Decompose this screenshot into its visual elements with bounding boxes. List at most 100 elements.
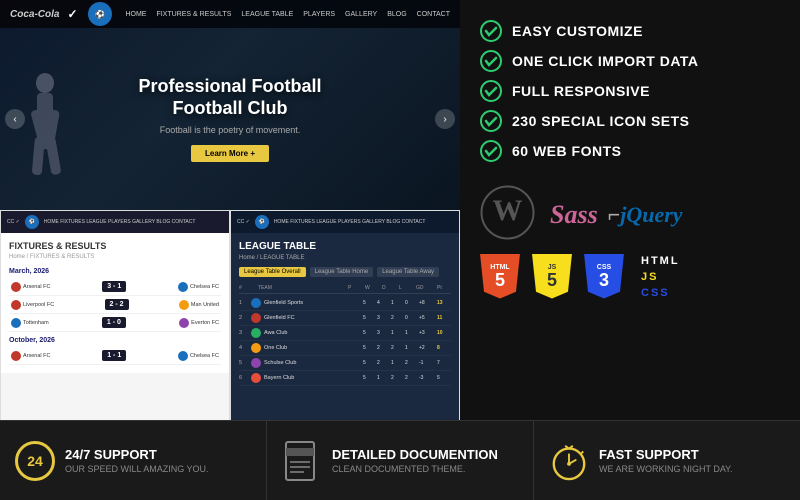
row5-l: 2	[405, 360, 419, 366]
learn-more-button[interactable]: Learn More +	[191, 145, 269, 162]
right-panel: EASY CUSTOMIZE ONE CLICK IMPORT DATA FUL…	[460, 0, 800, 420]
row2-d: 2	[391, 315, 405, 321]
docs-title: DETAILED DOCUMENTION	[332, 447, 498, 462]
league-nav: CC ✓ ⚽ HOME FIXTURES LEAGUE PLAYERS GALL…	[231, 211, 459, 233]
row5-gd: -1	[419, 360, 437, 366]
league-row-6: 6 Bayern Club 5 1 2 2 -3 5	[239, 371, 451, 386]
row4-l: 1	[405, 345, 419, 351]
hero-title-line2: Football Club	[138, 98, 321, 120]
feature-icons: 230 SPECIAL ICON SETS	[480, 110, 780, 132]
score-3: 1 - 0	[102, 317, 126, 328]
bottom-bar: 24 24/7 SUPPORT OUR SPEED WILL AMAZING Y…	[0, 420, 800, 500]
nav-league: LEAGUE TABLE	[241, 11, 293, 18]
row2-gd: +5	[419, 315, 437, 321]
document-icon	[284, 440, 320, 482]
col-pt: Pt	[437, 285, 451, 291]
nav-blog: BLOG	[387, 11, 406, 18]
row3-p: 5	[363, 330, 377, 336]
nav-gallery: GALLERY	[345, 11, 377, 18]
col-team: TEAM	[258, 285, 345, 291]
nav-fixtures: FIXTURES & RESULTS	[156, 11, 231, 18]
check-icon-1	[480, 20, 502, 42]
badge-arsenal-2	[11, 351, 21, 361]
fixtures-emblem: ⚽	[25, 215, 39, 229]
fast-support-item: FAST SUPPORT WE ARE WORKING NIGHT DAY.	[534, 421, 800, 500]
fixture-row-3: Tottenham 1 - 0 Everton FC	[9, 314, 221, 332]
league-table-subtitle: Home / LEAGUE TABLE	[239, 255, 451, 261]
row3-d: 1	[391, 330, 405, 336]
team-home-4: Arsenal FC	[11, 351, 51, 361]
row1-gd: +8	[419, 300, 437, 306]
support-247-item: 24 24/7 SUPPORT OUR SPEED WILL AMAZING Y…	[0, 421, 267, 500]
bottom-screenshots: CC ✓ ⚽ HOME FIXTURES LEAGUE PLAYERS GALL…	[0, 210, 460, 420]
team-name-home-2: Liverpool FC	[23, 302, 54, 308]
hero-screenshot: Coca-Cola ✓ ⚽ HOME FIXTURES & RESULTS LE…	[0, 0, 460, 210]
row2-w: 3	[377, 315, 391, 321]
tab-overall[interactable]: League Table Overall	[239, 267, 306, 277]
fixture-row-2: Liverpool FC 2 - 2 Man United	[9, 296, 221, 314]
team-away-2: Man United	[179, 300, 219, 310]
row2-p: 5	[363, 315, 377, 321]
html5-badge: HTML 5	[480, 254, 520, 299]
feature-text-2: ONE CLICK IMPORT DATA	[512, 53, 699, 69]
fixture-row-4: Arsenal FC 1 - 1 Chelsea FC	[9, 347, 221, 365]
fixtures-subtitle: Home / FIXTURES & RESULTS	[9, 254, 221, 260]
row6-w: 1	[377, 375, 391, 381]
feature-text-1: EASY CUSTOMIZE	[512, 23, 643, 39]
js-shield: JS 5	[532, 254, 572, 299]
row6-p: 5	[363, 375, 377, 381]
row5-pt: 7	[437, 360, 451, 366]
tech-logos: W Sass ⌐jQuery HTML 5	[480, 185, 780, 299]
support-247-icon: 24	[15, 441, 55, 481]
row4-pos: 4	[239, 345, 251, 351]
stopwatch-icon	[549, 440, 589, 482]
hero-prev-arrow[interactable]: ‹	[5, 109, 25, 129]
hero-next-arrow[interactable]: ›	[435, 109, 455, 129]
nav-links: HOME FIXTURES & RESULTS LEAGUE TABLE PLA…	[125, 11, 450, 18]
badge-everton	[179, 318, 189, 328]
css-shield: CSS 3	[584, 254, 624, 299]
hero-title-line1: Professional Football	[138, 76, 321, 98]
tab-home[interactable]: League Table Home	[310, 267, 374, 277]
check-icon-5	[480, 140, 502, 162]
fixtures-nav-logo: CC ✓	[7, 219, 20, 225]
html5-name: HTML	[641, 255, 680, 267]
row2-pt: 11	[437, 315, 451, 321]
row4-name: One Club	[264, 345, 363, 351]
league-table-header: # TEAM P W D L GD Pt	[239, 283, 451, 294]
fixtures-nav-link: HOME FIXTURES LEAGUE PLAYERS GALLERY BLO…	[44, 219, 196, 225]
league-nav-logo: CC ✓	[237, 219, 250, 225]
hero-subtitle: Football is the poetry of movement.	[138, 125, 321, 135]
team-away-3: Everton FC	[179, 318, 219, 328]
fast-support-text: FAST SUPPORT WE ARE WORKING NIGHT DAY.	[599, 447, 733, 474]
sass-jquery-group: Sass ⌐jQuery	[550, 200, 683, 230]
team-away-1: Chelsea FC	[178, 282, 219, 292]
col-l: L	[399, 285, 413, 291]
row6-badge	[251, 373, 261, 383]
league-row-1: 1 Glenfield Sports 5 4 1 0 +8 13	[239, 296, 451, 311]
row1-l: 0	[405, 300, 419, 306]
team-name-home-4: Arsenal FC	[23, 353, 51, 359]
fixture-date-2: October, 2026	[9, 337, 221, 344]
fixture-row-1: Arsenal FC 3 - 1 Chelsea FC	[9, 278, 221, 296]
js-number: 5	[547, 271, 557, 289]
left-panel: Coca-Cola ✓ ⚽ HOME FIXTURES & RESULTS LE…	[0, 0, 460, 420]
badge-chelsea	[178, 282, 188, 292]
row5-pos: 5	[239, 360, 251, 366]
team-away-4: Chelsea FC	[178, 351, 219, 361]
row3-gd: +3	[419, 330, 437, 336]
docs-text: DETAILED DOCUMENTION CLEAN DOCUMENTED TH…	[332, 447, 498, 474]
col-p: P	[348, 285, 362, 291]
row5-name: Schulse Club	[264, 360, 363, 366]
row6-pt: 5	[437, 375, 451, 381]
nav-players: PLAYERS	[303, 11, 335, 18]
tab-away[interactable]: League Table Away	[377, 267, 439, 277]
row4-gd: +2	[419, 345, 437, 351]
jquery-logo: ⌐jQuery	[608, 202, 683, 228]
player-silhouette	[15, 65, 75, 210]
row4-badge	[251, 343, 261, 353]
league-table-title: LEAGUE TABLE	[239, 241, 451, 252]
feature-responsive: FULL RESPONSIVE	[480, 80, 780, 102]
html-number: 5	[495, 271, 505, 289]
row5-p: 5	[363, 360, 377, 366]
